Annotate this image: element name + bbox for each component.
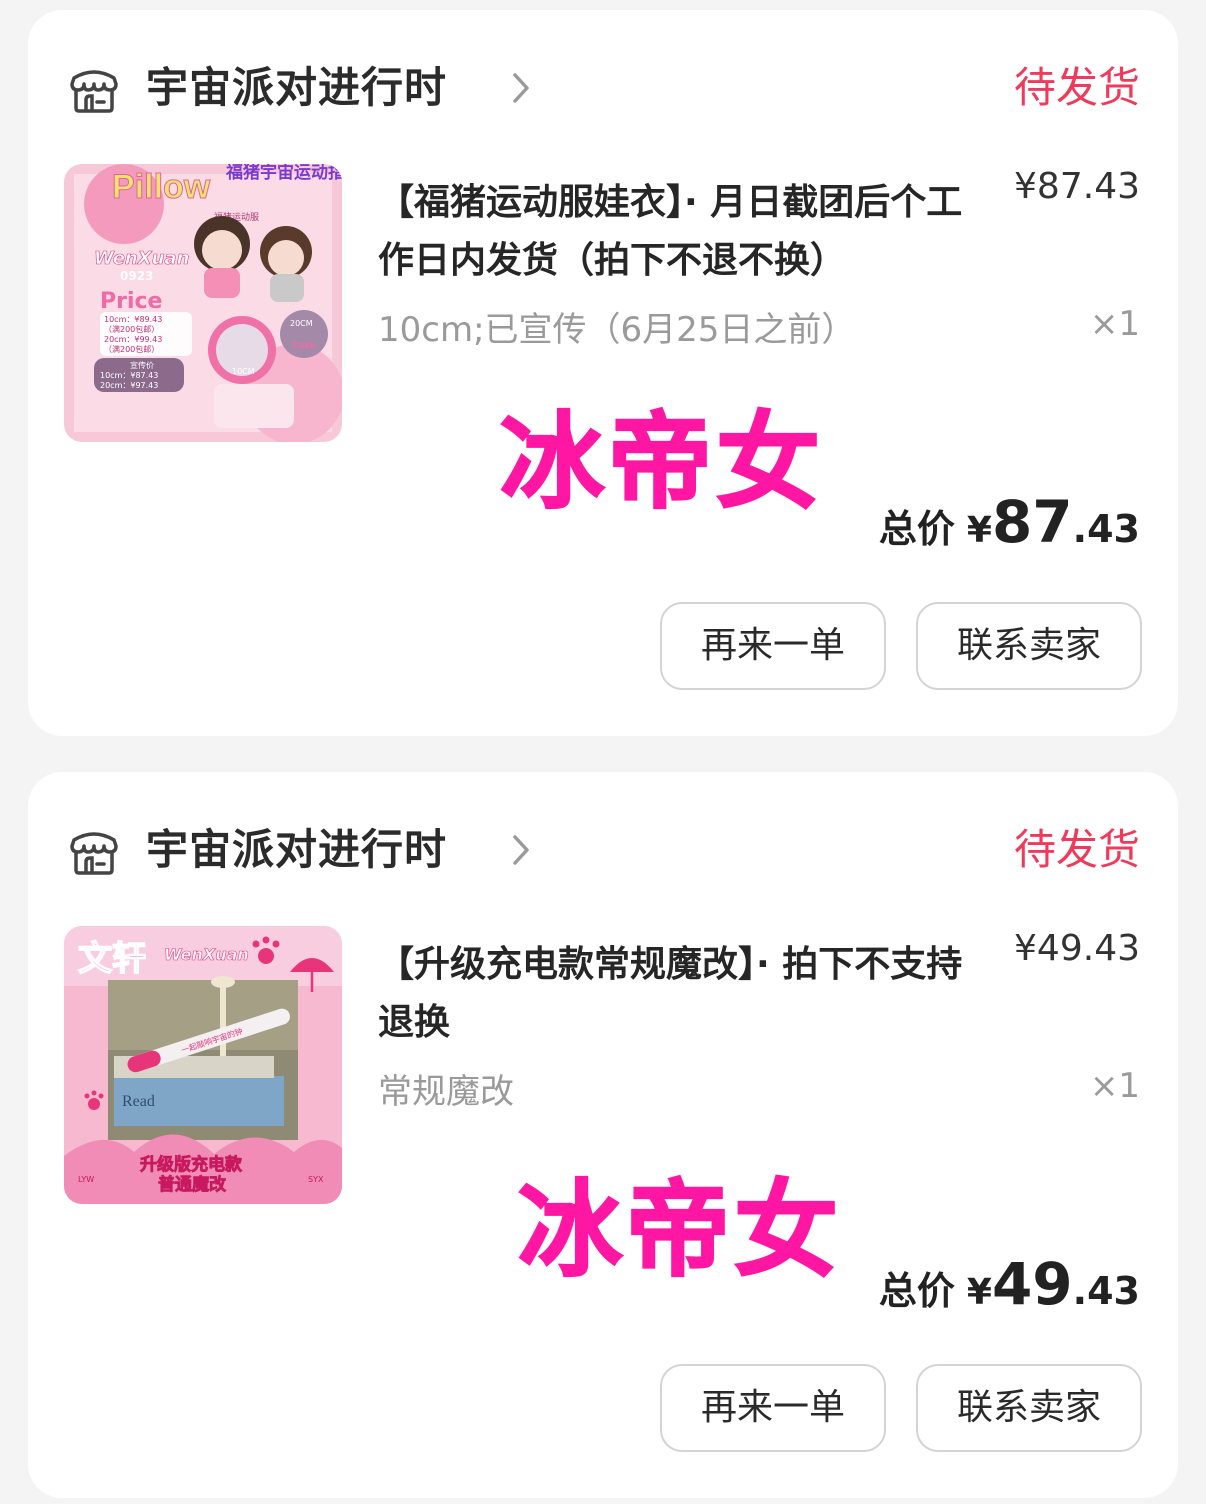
product-spec: 10cm;已宣传（6月25日之前） <box>378 310 856 350</box>
thumb-price-line: （满200包邮） <box>104 344 159 354</box>
total-decimal: .43 <box>1072 507 1140 551</box>
thumb-banner-line1: 升级版充电款 <box>140 1154 243 1175</box>
currency-symbol: ¥ <box>966 510 992 551</box>
watermark-text: 冰帝女 <box>499 401 825 523</box>
shop-header[interactable]: 宇宙派对进行时 待发货 <box>66 58 1140 118</box>
thumb-size-a: 10CM <box>232 367 255 376</box>
thumb-promo-line: 10cm：¥87.43 <box>100 371 158 380</box>
thumb-headline: 福猪宇宙运动指南 <box>225 164 342 183</box>
reorder-button[interactable]: 再来一单 <box>660 1364 886 1452</box>
total-decimal: .43 <box>1072 1269 1140 1313</box>
shop-icon <box>70 70 118 113</box>
thumb-book-text: Read <box>122 1093 155 1110</box>
thumb-pillow-text: Pillow <box>112 168 211 206</box>
thumb-brand: 文轩 <box>78 939 146 979</box>
thumb-promo-line: 20cm：¥97.43 <box>100 381 158 390</box>
thumb-promo-title: 宣传价 <box>130 360 154 370</box>
order-total: 总价 ¥49.43 <box>879 1250 1140 1330</box>
thumb-price-line: （满200包邮） <box>104 324 159 334</box>
shop-name[interactable]: 宇宙派对进行时 <box>146 60 447 116</box>
thumb-brand-en: WenXuan <box>164 945 249 964</box>
order-total: 总价 ¥87.43 <box>879 488 1140 568</box>
unit-price: ¥87.43 <box>1014 166 1140 207</box>
order-card[interactable]: 宇宙派对进行时 待发货 Pillow 福猪宇宙运动指南 福猪运动服 WenXua… <box>28 10 1178 736</box>
thumb-size-b: 20CM <box>290 319 313 328</box>
thumb-price-heading: Price <box>100 289 162 314</box>
currency-symbol: ¥ <box>966 1272 992 1313</box>
total-label: 总价 <box>878 1269 955 1313</box>
quantity: ×1 <box>1089 304 1140 344</box>
contact-seller-button[interactable]: 联系卖家 <box>916 1364 1142 1452</box>
thumb-number: 0923 <box>120 269 153 283</box>
product-spec: 常规魔改 <box>378 1072 514 1112</box>
total-label: 总价 <box>878 507 955 551</box>
shop-icon <box>70 832 118 875</box>
total-integer: 49 <box>991 1250 1073 1318</box>
product-thumbnail[interactable]: 文轩 WenXuan Read 一起敲响宇宙的钟 升级版充电款 普通魔改 LYW… <box>64 926 342 1204</box>
thumb-corner-right: SYX <box>308 1175 324 1184</box>
order-status: 待发货 <box>1013 825 1140 874</box>
contact-seller-button[interactable]: 联系卖家 <box>916 602 1142 690</box>
thumb-banner-line2: 普通魔改 <box>158 1174 227 1195</box>
thumb-wenxuan: WenXuan <box>94 248 189 269</box>
product-title[interactable]: 【福猪运动服娃衣】· 月日截团后个工作日内发货（拍下不退不换） <box>378 174 978 290</box>
order-status: 待发货 <box>1013 63 1140 112</box>
thumb-cute: Cute <box>292 341 315 351</box>
total-integer: 87 <box>991 488 1073 556</box>
thumb-price-line: 10cm：¥89.43 <box>104 315 162 324</box>
order-card[interactable]: 宇宙派对进行时 待发货 文轩 WenXuan Read 一起敲响宇宙的钟 升级版… <box>28 772 1178 1498</box>
chevron-right-icon[interactable] <box>506 832 536 868</box>
reorder-button[interactable]: 再来一单 <box>660 602 886 690</box>
product-title[interactable]: 【升级充电款常规魔改】· 拍下不支持退换 <box>378 936 978 1052</box>
watermark-text: 冰帝女 <box>517 1169 843 1291</box>
chevron-right-icon[interactable] <box>506 70 536 106</box>
shop-header[interactable]: 宇宙派对进行时 待发货 <box>66 820 1140 880</box>
unit-price: ¥49.43 <box>1014 928 1140 969</box>
product-thumbnail[interactable]: Pillow 福猪宇宙运动指南 福猪运动服 WenXuan 0923 Price… <box>64 164 342 442</box>
shop-name[interactable]: 宇宙派对进行时 <box>146 822 447 878</box>
quantity: ×1 <box>1089 1066 1140 1106</box>
thumb-price-line: 20cm：¥99.43 <box>104 335 162 344</box>
thumb-corner-left: LYW <box>78 1175 94 1184</box>
